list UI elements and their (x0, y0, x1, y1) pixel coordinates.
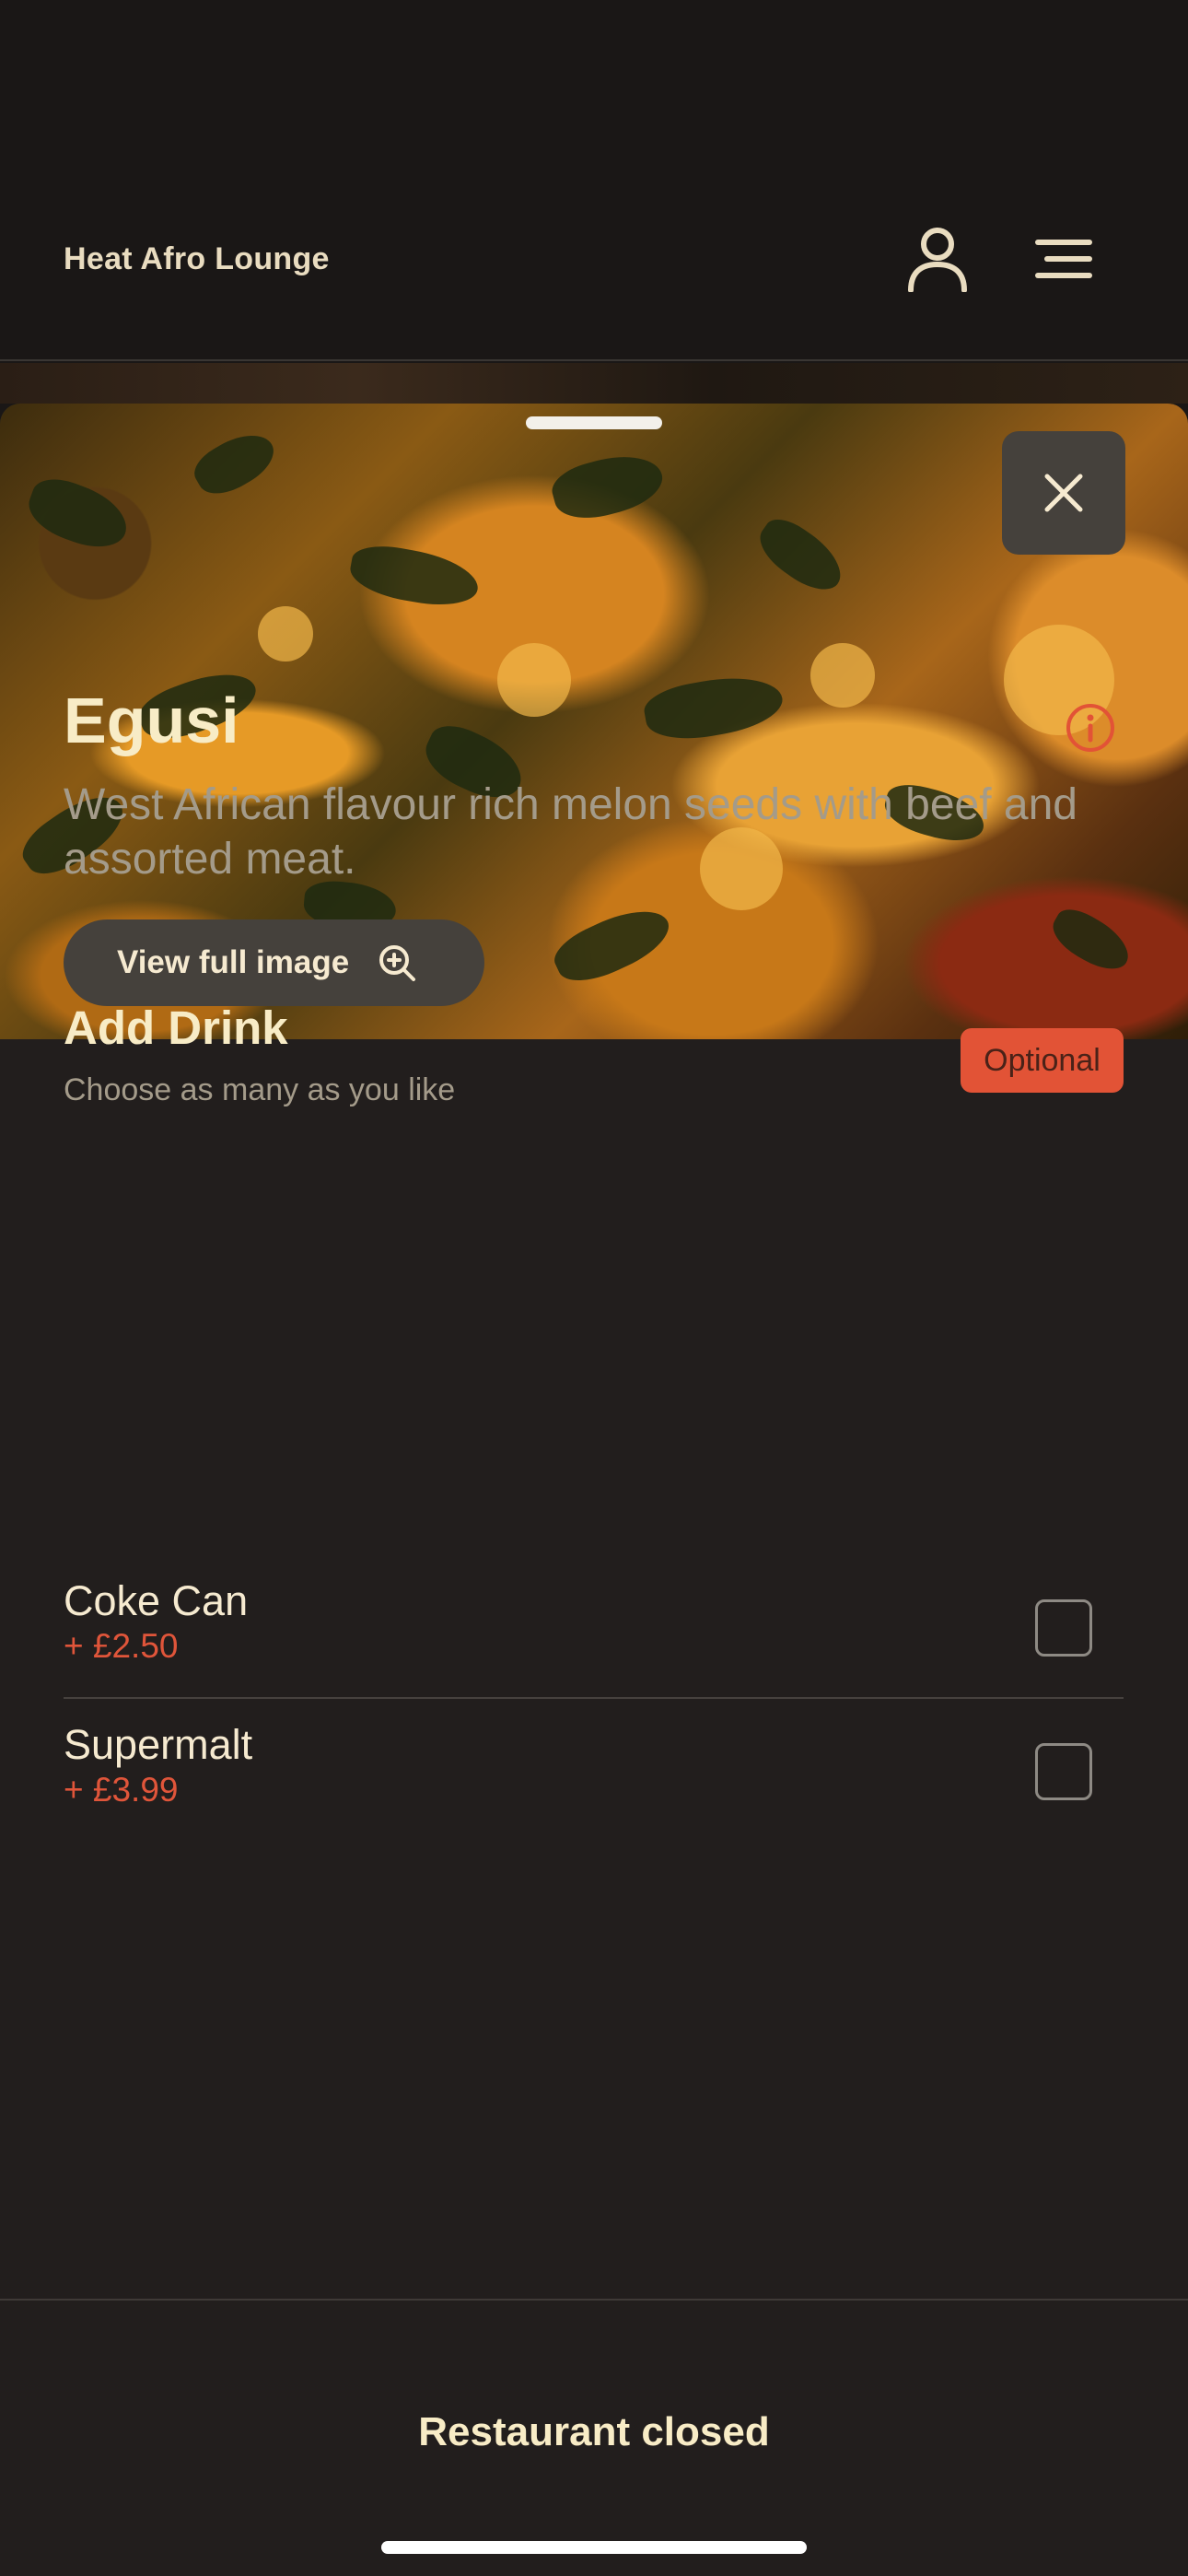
option-price: + £2.50 (64, 1627, 179, 1665)
option-checkbox[interactable] (1035, 1599, 1092, 1657)
divider (64, 1697, 1124, 1699)
item-title: Egusi (64, 685, 239, 756)
menu-button[interactable] (1022, 217, 1105, 300)
info-button[interactable] (1065, 702, 1116, 754)
option-checkbox[interactable] (1035, 1743, 1092, 1800)
item-description: West African flavour rich melon seeds wi… (64, 780, 1077, 884)
view-full-image-button[interactable]: View full image (64, 919, 484, 1006)
close-icon (1044, 474, 1083, 512)
option-name: Coke Can (64, 1577, 249, 1624)
modifier-group-subtitle: Choose as many as you like (64, 1072, 456, 1107)
app-header: Heat Afro Lounge (0, 0, 1188, 361)
modifier-group-title: Add Drink (64, 1001, 288, 1054)
footer-divider (0, 2299, 1188, 2301)
sheet-grabber[interactable] (526, 416, 662, 429)
view-full-image-label: View full image (117, 944, 350, 980)
background-content-peek (0, 363, 1188, 404)
account-button[interactable] (896, 217, 979, 300)
info-icon (1066, 704, 1114, 752)
option-name: Supermalt (64, 1721, 253, 1768)
zoom-in-icon (379, 945, 416, 981)
user-icon (908, 228, 967, 292)
modifier-option[interactable]: Supermalt + £3.99 (64, 1721, 1124, 1865)
restaurant-name[interactable]: Heat Afro Lounge (64, 241, 330, 277)
modifier-option[interactable]: Coke Can + £2.50 (64, 1577, 1124, 1721)
home-indicator[interactable] (381, 2541, 807, 2554)
optional-badge: Optional (961, 1028, 1124, 1093)
menu-icon (1035, 240, 1092, 278)
close-button[interactable] (1002, 431, 1125, 555)
option-price: + £3.99 (64, 1771, 179, 1809)
restaurant-closed-button[interactable]: Restaurant closed (0, 2409, 1188, 2455)
